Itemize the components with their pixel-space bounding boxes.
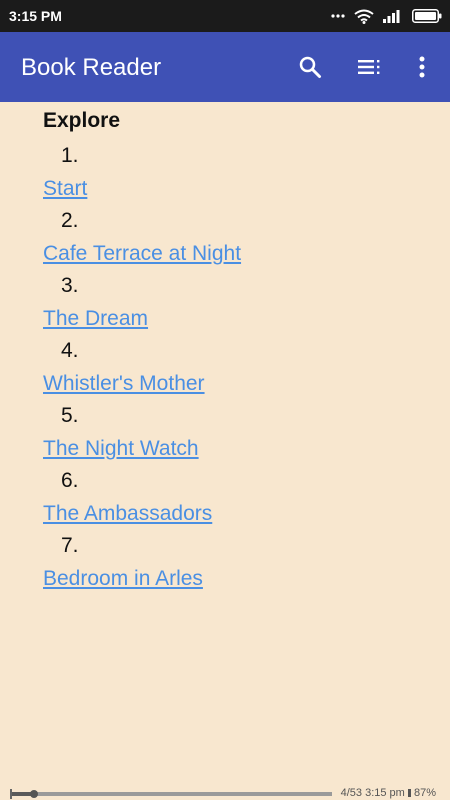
- more-options-button[interactable]: [400, 45, 444, 89]
- battery-icon: [412, 9, 442, 23]
- table-of-contents-icon: [358, 60, 380, 74]
- status-bar: 3:15 PM: [0, 0, 450, 32]
- toc-number: 7.: [61, 534, 79, 557]
- toc-item: 1. Start: [43, 140, 423, 205]
- search-button[interactable]: [288, 45, 332, 89]
- toc-link-bedroom-in-arles[interactable]: Bedroom in Arles: [43, 562, 423, 595]
- more-vert-icon: [419, 56, 425, 78]
- signal-dots-icon: [331, 14, 345, 18]
- wifi-icon: [354, 9, 374, 24]
- toc-number: 4.: [61, 339, 79, 362]
- toc-link-the-night-watch[interactable]: The Night Watch: [43, 432, 423, 465]
- toc-number: 2.: [61, 209, 79, 232]
- reader-status: 4/53 3:15 pm 87%: [341, 787, 436, 800]
- search-icon: [299, 56, 321, 78]
- toc-link-cafe-terrace-at-night[interactable]: Cafe Terrace at Night: [43, 237, 423, 270]
- toc-number: 6.: [61, 469, 79, 492]
- page-indicator: 4/53: [340, 787, 363, 799]
- status-icons: [331, 7, 442, 25]
- toc-link-start[interactable]: Start: [43, 172, 423, 205]
- reader-battery: 87%: [413, 787, 436, 799]
- toc-number: 1.: [61, 144, 79, 167]
- toc-item: 7. Bedroom in Arles: [43, 530, 423, 595]
- toc-item: 5. The Night Watch: [43, 400, 423, 465]
- app-bar: Book Reader: [0, 32, 450, 102]
- toc-content: Explore 1. Start 2. Cafe Terrace at Nigh…: [43, 107, 423, 595]
- toc-number: 5.: [61, 404, 79, 427]
- toc-item: 3. The Dream: [43, 270, 423, 335]
- progress-handle[interactable]: [30, 790, 39, 798]
- toc-link-the-ambassadors[interactable]: The Ambassadors: [43, 497, 423, 530]
- reading-progress-bar: 4/53 3:15 pm 87%: [0, 786, 450, 800]
- toc-number: 3.: [61, 274, 79, 297]
- reader-time: 3:15 pm: [365, 787, 405, 799]
- cellular-signal-icon: [383, 10, 400, 23]
- toc-item: 6. The Ambassadors: [43, 465, 423, 530]
- toc-link-whistlers-mother[interactable]: Whistler's Mother: [43, 367, 423, 400]
- toc-item: 4. Whistler's Mother: [43, 335, 423, 400]
- toc-item: 2. Cafe Terrace at Night: [43, 205, 423, 270]
- progress-track[interactable]: [10, 789, 332, 799]
- status-time: 3:15 PM: [9, 8, 62, 24]
- toc-link-the-dream[interactable]: The Dream: [43, 302, 423, 335]
- battery-mini-icon: [407, 789, 411, 797]
- toc-heading: Explore: [43, 109, 121, 132]
- progress-start-tick: [10, 789, 12, 799]
- table-of-contents-button[interactable]: [348, 45, 392, 89]
- app-title: Book Reader: [21, 54, 162, 81]
